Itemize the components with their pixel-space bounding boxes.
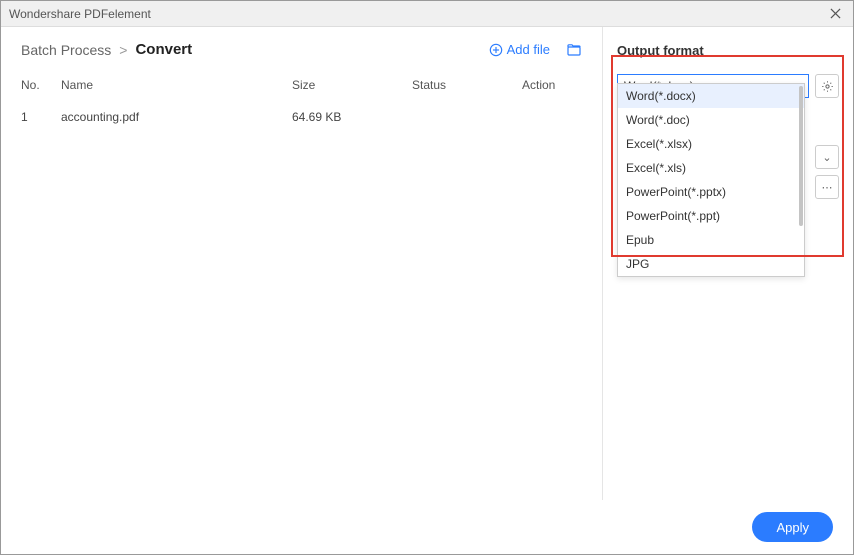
footer: Apply (1, 500, 853, 554)
dropdown-option[interactable]: Excel(*.xls) (618, 156, 804, 180)
add-file-button[interactable]: Add file (489, 42, 550, 57)
more-button[interactable]: ⋯ (815, 175, 839, 199)
add-file-label: Add file (507, 42, 550, 57)
plus-circle-icon (489, 43, 503, 57)
col-status: Status (412, 78, 522, 92)
chevron-right-icon: > (119, 42, 127, 58)
apply-button[interactable]: Apply (752, 512, 833, 542)
gear-icon (821, 80, 834, 93)
left-panel: Batch Process > Convert Add file No. Nam… (1, 27, 603, 500)
body: Batch Process > Convert Add file No. Nam… (1, 27, 853, 500)
breadcrumb-current: Convert (135, 41, 192, 58)
right-panel: Output format Word(*.docx) ⌄ Word(*.docx… (603, 27, 853, 500)
dropdown-option[interactable]: Epub (618, 228, 804, 252)
app-title: Wondershare PDFelement (9, 7, 825, 21)
scrollbar[interactable] (799, 86, 803, 226)
dropdown-option[interactable]: JPG (618, 252, 804, 276)
dropdown-option[interactable]: Excel(*.xlsx) (618, 132, 804, 156)
app-window: Wondershare PDFelement Batch Process > C… (0, 0, 854, 555)
cell-status (412, 110, 522, 124)
cell-name: accounting.pdf (61, 110, 292, 124)
dropdown-option[interactable]: PowerPoint(*.pptx) (618, 180, 804, 204)
folder-icon[interactable] (566, 42, 582, 58)
col-no: No. (21, 78, 61, 92)
settings-button[interactable] (815, 74, 839, 98)
dropdown-option[interactable]: Word(*.doc) (618, 108, 804, 132)
cell-size: 64.69 KB (292, 110, 412, 124)
output-format-dropdown: Word(*.docx) Word(*.doc) Excel(*.xlsx) E… (617, 83, 805, 277)
dropdown-option[interactable]: PowerPoint(*.ppt) (618, 204, 804, 228)
col-name: Name (61, 78, 292, 92)
cell-action (522, 110, 582, 124)
chevron-down-icon: ⌄ (822, 151, 831, 164)
breadcrumb: Batch Process > Convert (21, 41, 489, 58)
expand-button[interactable]: ⌄ (815, 145, 839, 169)
cell-no: 1 (21, 110, 61, 124)
close-icon[interactable] (825, 4, 845, 24)
table-row[interactable]: 1 accounting.pdf 64.69 KB (1, 102, 602, 132)
breadcrumb-parent[interactable]: Batch Process (21, 42, 111, 58)
titlebar: Wondershare PDFelement (1, 1, 853, 27)
ellipsis-icon: ⋯ (822, 181, 833, 194)
table-header: No. Name Size Status Action (1, 68, 602, 102)
col-size: Size (292, 78, 412, 92)
output-format-label: Output format (617, 43, 839, 58)
left-header: Batch Process > Convert Add file (1, 27, 602, 68)
col-action: Action (522, 78, 582, 92)
dropdown-option[interactable]: Word(*.docx) (618, 84, 804, 108)
